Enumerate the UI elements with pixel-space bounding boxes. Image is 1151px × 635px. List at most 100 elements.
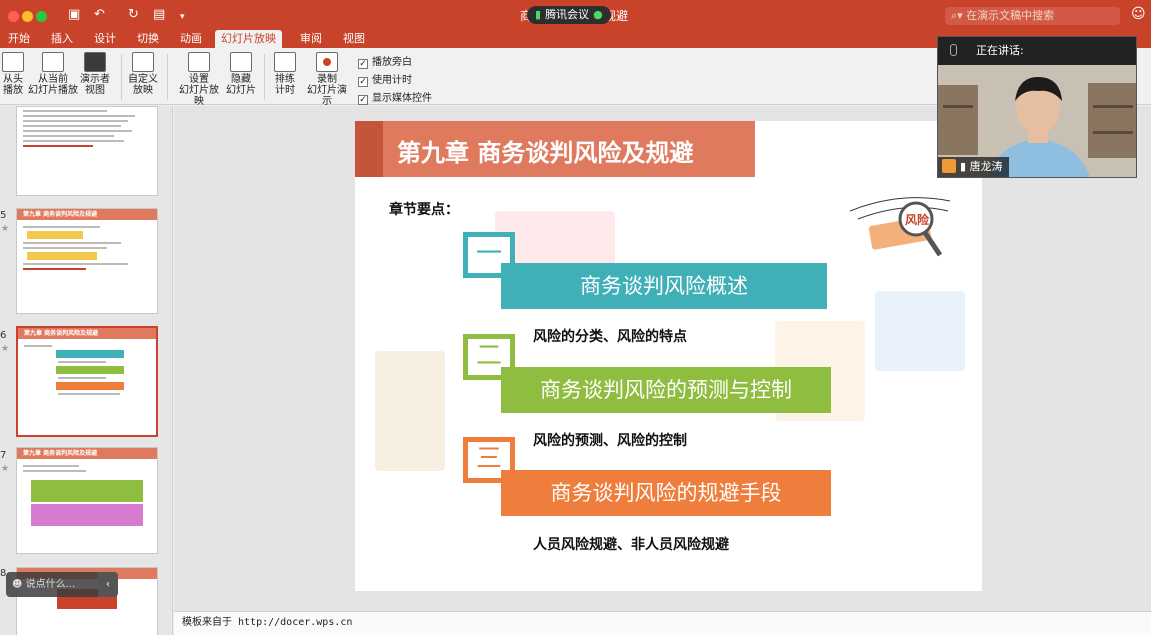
play-from-start-icon [2, 52, 24, 72]
chat-input[interactable]: ☻ 说点什么... ‹ [6, 572, 118, 597]
custom-show-icon [132, 52, 154, 72]
button-label: 幻灯片演示 [307, 85, 347, 107]
slide-thumbnail-5[interactable]: 第九章 商务谈判风险及规避 [16, 208, 158, 314]
record-icon [316, 52, 338, 72]
custom-show-button[interactable]: 自定义 放映 [128, 52, 158, 96]
chat-emoji-icon[interactable]: ☻ [12, 579, 26, 590]
redo-icon[interactable]: ↻ [128, 7, 139, 23]
presenter-view-icon [84, 52, 106, 72]
section-heading-band: 商务谈判风险的规避手段 [501, 470, 831, 516]
search-icon: ⌕▾ [951, 9, 963, 22]
slide-thumbnail-panel[interactable]: 5 ★ 第九章 商务谈判风险及规避 6 ★ 第九章 商务谈判风险及规避 7 ★ … [0, 106, 173, 635]
thumb-text-line [58, 377, 107, 379]
tab-home[interactable]: 开始 [2, 30, 36, 48]
customize-toolbar-icon[interactable]: ▾ [180, 9, 185, 25]
save-icon[interactable]: ▤ [153, 7, 165, 23]
hide-slide-icon [230, 52, 252, 72]
search-input[interactable]: ⌕▾ 在演示文稿中搜索 [945, 7, 1120, 25]
tab-design[interactable]: 设计 [88, 30, 122, 48]
play-from-current-icon [42, 52, 64, 72]
ribbon-divider [264, 54, 265, 100]
checkmark-icon: ✓ [358, 59, 368, 69]
rehearse-timings-button[interactable]: 排练 计时 [272, 52, 298, 96]
thumb-text-line [23, 115, 135, 117]
thumb-title: 第九章 商务谈判风险及规避 [17, 209, 157, 220]
play-narration-checkbox[interactable]: ✓ 播放旁白 [358, 53, 412, 69]
tab-animations[interactable]: 动画 [174, 30, 208, 48]
thumb-text-line [23, 130, 133, 132]
star-icon: ★ [1, 344, 10, 354]
slide-thumbnail-7[interactable]: 第九章 商务谈判风险及规避 [16, 447, 158, 554]
timer-icon [274, 52, 296, 72]
use-timings-checkbox[interactable]: ✓ 使用计时 [358, 71, 412, 87]
star-icon: ★ [1, 224, 10, 234]
hide-slide-button[interactable]: 隐藏 幻灯片 [226, 52, 256, 96]
tab-review[interactable]: 审阅 [294, 30, 328, 48]
button-label: 计时 [275, 85, 295, 96]
tab-view[interactable]: 视图 [337, 30, 371, 48]
checkbox-label: 播放旁白 [372, 57, 412, 68]
feedback-smiley-icon[interactable]: ☺ [1131, 6, 1146, 22]
play-from-start-button[interactable]: 从头 播放 [2, 52, 24, 96]
thumb-banner [31, 480, 143, 502]
meeting-status-pill[interactable]: ▮ 腾讯会议 ● [527, 6, 611, 24]
meeting-video-overlay[interactable]: 正在讲话: ▮ 唐龙涛 [937, 36, 1137, 178]
slide-thumbnail-6-selected[interactable]: 第九章 商务谈判风险及规避 [16, 326, 158, 437]
button-label: 放映 [133, 85, 153, 96]
star-icon: ★ [1, 464, 10, 474]
thumb-text-line [23, 263, 128, 265]
title-bar: ▣ ↶ ↻ ▤ ▾ 商务谈判风险及规避 ▮腾讯会议● ⌕▾ 在演示文稿中搜索 ☺ [0, 0, 1151, 30]
stamp-text: 风险 [905, 212, 930, 227]
thumb-text-line [23, 125, 121, 127]
button-label: 排练 [275, 74, 295, 85]
button-label: 幻灯片播放 [28, 85, 78, 96]
close-window-button[interactable] [8, 11, 19, 22]
setup-slideshow-button[interactable]: 设置 幻灯片放映 [176, 52, 222, 107]
play-from-current-button[interactable]: 从当前 幻灯片播放 [28, 52, 78, 96]
section-heading-band: 商务谈判风险的预测与控制 [501, 367, 831, 413]
presenter-view-button[interactable]: 演示者 视图 [80, 52, 110, 96]
show-media-controls-checkbox[interactable]: ✓ 显示媒体控件 [358, 89, 432, 105]
tab-insert[interactable]: 插入 [45, 30, 79, 48]
thumb-text-line [23, 226, 100, 228]
ribbon-divider [167, 54, 168, 100]
speaker-nametag: ▮ 唐龙涛 [938, 157, 1009, 177]
slide-editor-canvas[interactable]: 第九章 商务谈判风险及规避 章节要点： 风险 一 商务谈判风险概述 风险的分类、… [174, 106, 1151, 611]
speaker-name: 唐龙涛 [969, 160, 1003, 173]
slide-thumbnail-4[interactable] [16, 106, 158, 196]
section-heading-band: 商务谈判风险概述 [501, 263, 827, 309]
speaker-notes[interactable]: 模板来自于 http://docer.wps.cn [174, 611, 1151, 635]
ribbon-divider [121, 54, 122, 100]
thumb-bar [56, 350, 124, 358]
minimize-window-button[interactable] [22, 11, 33, 22]
thumb-text-line [23, 242, 121, 244]
slide-number: 5 [0, 210, 7, 221]
shelf [1093, 105, 1133, 108]
setup-slideshow-icon [188, 52, 210, 72]
mic-icon: ▮ [960, 160, 970, 173]
checkbox-label: 使用计时 [372, 75, 412, 86]
button-label: 录制 [317, 74, 337, 85]
chevron-left-icon[interactable]: ‹ [98, 572, 118, 597]
thumb-text-line [24, 345, 52, 347]
thumb-bar [56, 366, 124, 374]
tab-slideshow[interactable]: 幻灯片放映 [215, 30, 282, 48]
undo-icon[interactable]: ↶ [94, 7, 105, 23]
chat-placeholder: 说点什么... [25, 579, 76, 590]
thumb-text-line [23, 140, 124, 142]
button-label: 从当前 [38, 74, 68, 85]
thumb-text-line [58, 393, 121, 395]
bookshelf-left [938, 85, 978, 155]
button-label: 播放 [3, 85, 23, 96]
slide[interactable]: 第九章 商务谈判风险及规避 章节要点： 风险 一 商务谈判风险概述 风险的分类、… [355, 121, 982, 591]
record-slideshow-button[interactable]: 录制 幻灯片演示 [304, 52, 350, 107]
zoom-window-button[interactable] [36, 11, 47, 22]
key-points-label: 章节要点： [389, 202, 459, 218]
thumb-bar [56, 382, 124, 390]
magnifier-handle [921, 229, 943, 257]
button-label: 演示者 [80, 74, 110, 85]
checkmark-icon: ✓ [358, 77, 368, 87]
sidebar-toggle-icon[interactable]: ▣ [68, 7, 80, 23]
speaker-neck [1028, 129, 1048, 143]
tab-transitions[interactable]: 切换 [131, 30, 165, 48]
